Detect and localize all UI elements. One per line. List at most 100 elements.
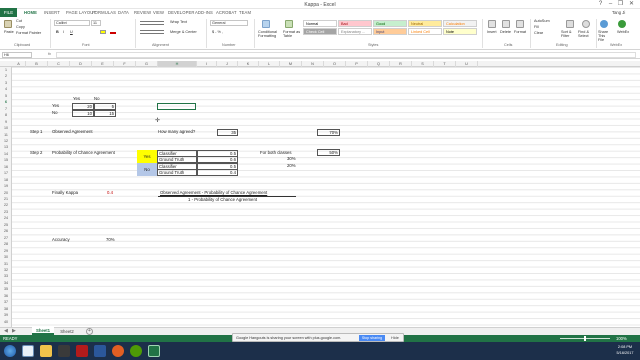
tab-file[interactable]: FILE (0, 8, 17, 17)
row-header-14[interactable]: 14 (0, 152, 12, 156)
cell-style-neutral[interactable]: Neutral (408, 20, 442, 27)
tab-insert[interactable]: INSERT (44, 10, 60, 15)
cell-style-note[interactable]: Note (443, 28, 477, 35)
excel-icon[interactable] (148, 345, 160, 357)
name-box[interactable]: H6 (2, 52, 32, 58)
row-header-4[interactable]: 4 (0, 87, 12, 91)
row-header-33[interactable]: 33 (0, 274, 12, 278)
row-header-7[interactable]: 7 (0, 107, 12, 111)
row-header-15[interactable]: 15 (0, 158, 12, 162)
bold-button[interactable]: B (56, 30, 59, 34)
conditional-formatting-button[interactable]: Conditional Formatting (258, 30, 282, 38)
cell-style-explanatory[interactable]: Explanatory ... (338, 28, 372, 35)
cell-style-linked-cell[interactable]: Linked Cell (408, 28, 442, 35)
indent-icons[interactable] (140, 30, 164, 34)
row-header-35[interactable]: 35 (0, 287, 12, 291)
add-sheet-button[interactable]: + (86, 328, 93, 335)
restore-button[interactable]: ❐ (616, 1, 625, 8)
row-header-10[interactable]: 10 (0, 126, 12, 130)
row-header-9[interactable]: 9 (0, 120, 12, 124)
explorer-icon[interactable] (40, 345, 52, 357)
font-size-select[interactable]: 11 (91, 20, 101, 26)
row-header-23[interactable]: 23 (0, 210, 12, 214)
row-header-34[interactable]: 34 (0, 281, 12, 285)
hide-button[interactable]: Hide (391, 336, 399, 340)
clear-button[interactable]: Clear (534, 31, 543, 35)
row-header-31[interactable]: 31 (0, 262, 12, 266)
user-name[interactable]: Tang Ji (612, 10, 625, 15)
delete-icon[interactable] (502, 20, 510, 28)
row-header-8[interactable]: 8 (0, 113, 12, 117)
tab-formulas[interactable]: FORMULAS (92, 10, 116, 15)
find-select-button[interactable]: Find & Select (578, 30, 594, 38)
row-header-13[interactable]: 13 (0, 145, 12, 149)
row-header-32[interactable]: 32 (0, 268, 12, 272)
row-header-26[interactable]: 26 (0, 229, 12, 233)
cell-style-calculation[interactable]: Calculation (443, 20, 477, 27)
tab-acrobat[interactable]: ACROBAT (216, 10, 237, 15)
number-format-select[interactable]: General (210, 20, 248, 26)
row-header-25[interactable]: 25 (0, 223, 12, 227)
fill-button[interactable]: Fill (534, 25, 539, 29)
formula-input[interactable] (56, 52, 636, 58)
ie-icon[interactable] (22, 345, 34, 357)
merge-center-button[interactable]: Merge & Center (170, 30, 197, 34)
row-header-1[interactable]: 1 (0, 68, 12, 72)
delete-button[interactable]: Delete (500, 30, 511, 34)
wrap-text-button[interactable]: Wrap Text (170, 20, 187, 24)
cell-style-input[interactable]: Input (373, 28, 407, 35)
next-sheet-icon[interactable]: ▶ (12, 328, 16, 334)
sort-filter-icon[interactable] (566, 20, 574, 28)
align-icons[interactable] (140, 21, 164, 25)
row-header-20[interactable]: 20 (0, 191, 12, 195)
row-header-28[interactable]: 28 (0, 242, 12, 246)
zoom-level[interactable]: 100% (616, 336, 627, 341)
cell-style-bad[interactable]: Bad (338, 20, 372, 27)
format-button[interactable]: Format (514, 30, 526, 34)
row-header-19[interactable]: 19 (0, 184, 12, 188)
format-icon[interactable] (516, 20, 524, 28)
media-icon[interactable] (58, 345, 70, 357)
row-header-6[interactable]: 6 (0, 100, 12, 104)
firefox-icon[interactable] (112, 345, 124, 357)
insert-button[interactable]: Insert (487, 30, 497, 34)
tab-team[interactable]: TEAM (239, 10, 251, 15)
row-header-12[interactable]: 12 (0, 139, 12, 143)
row-header-38[interactable]: 38 (0, 307, 12, 311)
format-as-table-button[interactable]: Format as Table (283, 30, 301, 38)
format-painter-button[interactable]: Format Painter (16, 31, 41, 35)
minimize-button[interactable]: – (606, 1, 615, 8)
cell-style-good[interactable]: Good (373, 20, 407, 27)
fx-icon[interactable]: fx (48, 52, 51, 56)
webex-icon[interactable] (618, 20, 626, 28)
row-header-2[interactable]: 2 (0, 74, 12, 78)
row-header-21[interactable]: 21 (0, 197, 12, 201)
webex-button[interactable]: WebEx (617, 30, 629, 34)
acrobat-icon[interactable] (76, 345, 88, 357)
number-symbols[interactable]: $ - % , (212, 30, 223, 34)
paste-icon[interactable] (4, 20, 12, 28)
row-header-39[interactable]: 39 (0, 313, 12, 317)
conditional-formatting-icon[interactable] (262, 20, 270, 28)
underline-button[interactable]: U (70, 30, 73, 34)
autosum-button[interactable]: AutoSum (534, 19, 550, 23)
cell-style-normal[interactable]: Normal (303, 20, 337, 27)
stop-sharing-button[interactable]: Stop sharing (359, 335, 385, 341)
chrome-icon[interactable] (130, 345, 142, 357)
zoom-slider-handle[interactable] (584, 336, 586, 341)
worksheet-grid[interactable] (12, 67, 640, 327)
row-header-40[interactable]: 40 (0, 320, 12, 324)
sheet-tab-2[interactable]: Sheet2 (56, 328, 78, 335)
sort-filter-button[interactable]: Sort & Filter (561, 30, 577, 38)
row-header-36[interactable]: 36 (0, 294, 12, 298)
word-icon[interactable] (94, 345, 106, 357)
tab-review[interactable]: REVIEW (134, 10, 151, 15)
row-header-29[interactable]: 29 (0, 249, 12, 253)
row-header-5[interactable]: 5 (0, 94, 12, 98)
row-header-27[interactable]: 27 (0, 236, 12, 240)
italic-button[interactable]: I (63, 30, 64, 34)
row-header-18[interactable]: 18 (0, 178, 12, 182)
help-button[interactable]: ? (596, 1, 605, 8)
tab-view[interactable]: VIEW (153, 10, 164, 15)
tab-developer[interactable]: DEVELOPER (168, 10, 195, 15)
